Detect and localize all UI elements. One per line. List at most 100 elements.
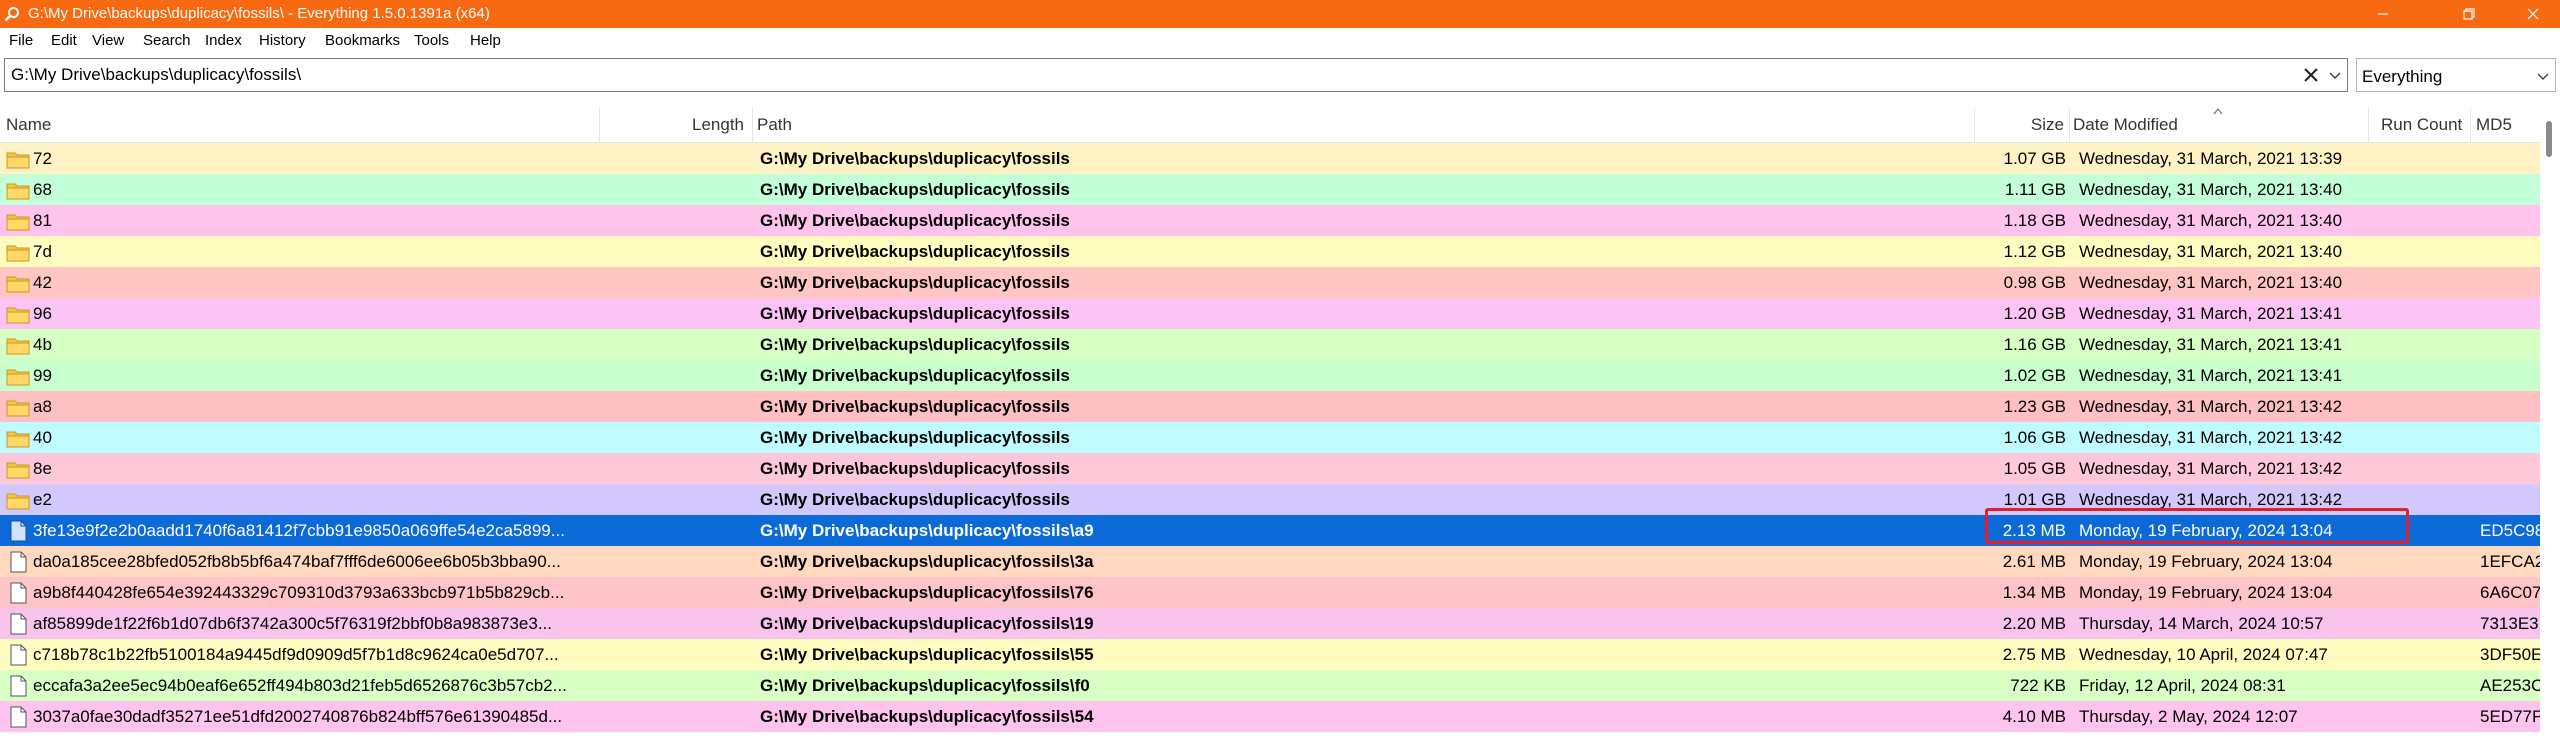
row-size: 1.23 GB [2003,397,2066,416]
row-size: 1.34 MB [2002,583,2066,602]
row-path: G:\My Drive\backups\duplicacy\fossils [760,304,1070,323]
row-path: G:\My Drive\backups\duplicacy\fossils\a9 [760,521,1094,540]
magnifier-app-icon [4,7,19,22]
row-path: G:\My Drive\backups\duplicacy\fossils\76 [760,583,1094,602]
search-history-chevron-down-icon[interactable] [2327,66,2343,84]
folder-icon [6,272,30,294]
result-row[interactable]: 96 G:\My Drive\backups\duplicacy\fossils 1… [0,298,2540,329]
row-date-modified: Monday, 19 February, 2024 13:04 [2079,583,2333,602]
result-row[interactable]: 8e G:\My Drive\backups\duplicacy\fossils 1… [0,453,2540,484]
row-md5 [2480,484,2540,515]
folder-icon [6,179,30,201]
row-date-modified: Wednesday, 31 March, 2021 13:40 [2079,180,2343,199]
row-date-modified: Wednesday, 10 April, 2024 07:47 [2079,645,2328,664]
row-md5: ED5C98 [2480,521,2540,540]
col-header-md5[interactable]: MD5 [2476,108,2512,142]
col-header-name[interactable]: Name [6,108,51,142]
row-md5 [2480,143,2540,174]
row-name: 68 [33,180,52,199]
column-header: Name Length Path Size Date Modified Run … [0,107,2560,143]
result-row[interactable]: 40 G:\My Drive\backups\duplicacy\fossils 1… [0,422,2540,453]
row-path: G:\My Drive\backups\duplicacy\fossils [760,459,1070,478]
result-row[interactable]: af85899de1f22f6b1d07db6f3742a300c5f76319… [0,608,2540,639]
row-md5 [2480,391,2540,422]
row-md5: 7313E3 [2480,614,2539,633]
row-size: 2.61 MB [2002,552,2066,571]
row-name: 40 [33,428,52,447]
row-path: G:\My Drive\backups\duplicacy\fossils [760,149,1070,168]
result-row[interactable]: da0a185cee28bfed052fb8b5bf6a474baf7fff6d… [0,546,2540,577]
row-md5 [2480,236,2540,267]
row-path: G:\My Drive\backups\duplicacy\fossils\54 [760,707,1094,726]
row-path: G:\My Drive\backups\duplicacy\fossils [760,397,1070,416]
row-size: 1.12 GB [2003,242,2066,261]
menu-edit[interactable]: Edit [51,32,77,49]
col-divider[interactable] [2470,108,2471,142]
row-path: G:\My Drive\backups\duplicacy\fossils [760,273,1070,292]
row-name: a9b8f440428fe654e392443329c709310d3793a6… [33,583,565,602]
annotation-highlight-box [1985,508,2409,544]
row-name: e2 [33,490,52,509]
col-divider[interactable] [2069,108,2070,142]
col-header-size[interactable]: Size [1975,108,2064,142]
filter-select[interactable]: Everything [2356,58,2556,92]
close-button[interactable] [2510,0,2556,28]
vertical-scrollbar[interactable] [2540,108,2560,739]
row-size: 4.10 MB [2002,707,2066,726]
row-name: 99 [33,366,52,385]
row-date-modified: Wednesday, 31 March, 2021 13:39 [2079,149,2343,168]
scrollbar-thumb[interactable] [2546,121,2552,157]
col-divider[interactable] [752,108,753,142]
menu-search[interactable]: Search [143,32,191,49]
menu-bookmarks[interactable]: Bookmarks [325,32,400,49]
result-row[interactable]: a9b8f440428fe654e392443329c709310d3793a6… [0,577,2540,608]
row-md5 [2480,298,2540,329]
col-header-path[interactable]: Path [757,108,792,142]
result-row[interactable]: 42 G:\My Drive\backups\duplicacy\fossils 0… [0,267,2540,298]
menu-tools[interactable]: Tools [414,32,449,49]
row-date-modified: Wednesday, 31 March, 2021 13:40 [2079,211,2343,230]
minimize-button[interactable] [2360,0,2406,28]
row-size: 1.18 GB [2003,211,2066,230]
menu-view[interactable]: View [92,32,124,49]
result-row[interactable]: c718b78c1b22fb5100184a9445df9d0909d5f7b1… [0,639,2540,670]
file-icon [6,706,30,728]
folder-icon [6,427,30,449]
maximize-button[interactable] [2446,0,2492,28]
row-md5: 3DF50E [2480,645,2540,664]
row-date-modified: Wednesday, 31 March, 2021 13:41 [2079,335,2343,354]
menu-file[interactable]: File [9,32,33,49]
result-row[interactable]: 3037a0fae30dadf35271ee51dfd2002740876b82… [0,701,2540,732]
result-row[interactable]: eccafa3a2ee5ec94b0eaf6e652ff494b803d21fe… [0,670,2540,701]
search-input[interactable] [11,65,2271,85]
menu-help[interactable]: Help [470,32,501,49]
restore-icon [2463,8,2475,20]
filter-chevron-down-icon [2537,73,2549,81]
row-name: 81 [33,211,52,230]
row-size: 0.98 GB [2003,273,2066,292]
row-size: 1.16 GB [2003,335,2066,354]
file-icon [6,675,30,697]
result-row[interactable]: 7d G:\My Drive\backups\duplicacy\fossils 1… [0,236,2540,267]
result-row[interactable]: a8 G:\My Drive\backups\duplicacy\fossils 1… [0,391,2540,422]
col-divider[interactable] [2368,108,2369,142]
row-path: G:\My Drive\backups\duplicacy\fossils [760,335,1070,354]
row-path: G:\My Drive\backups\duplicacy\fossils [760,428,1070,447]
menu-history[interactable]: History [259,32,306,49]
row-md5 [2480,267,2540,298]
clear-search-icon[interactable] [2301,65,2321,85]
col-header-date-modified[interactable]: Date Modified [2073,108,2178,142]
menu-index[interactable]: Index [205,32,242,49]
row-path: G:\My Drive\backups\duplicacy\fossils\19 [760,614,1094,633]
result-row[interactable]: 72 G:\My Drive\backups\duplicacy\fossils 1… [0,143,2540,174]
result-row[interactable]: 4b G:\My Drive\backups\duplicacy\fossils 1… [0,329,2540,360]
row-name: da0a185cee28bfed052fb8b5bf6a474baf7fff6d… [33,552,561,571]
result-row[interactable]: 68 G:\My Drive\backups\duplicacy\fossils 1… [0,174,2540,205]
result-row[interactable]: 81 G:\My Drive\backups\duplicacy\fossils 1… [0,205,2540,236]
row-path: G:\My Drive\backups\duplicacy\fossils [760,242,1070,261]
result-row[interactable]: 99 G:\My Drive\backups\duplicacy\fossils 1… [0,360,2540,391]
row-date-modified: Wednesday, 31 March, 2021 13:42 [2079,397,2343,416]
row-name: 7d [33,242,52,261]
col-header-length[interactable]: Length [600,108,744,142]
col-header-run-count[interactable]: Run Count [2381,108,2462,142]
